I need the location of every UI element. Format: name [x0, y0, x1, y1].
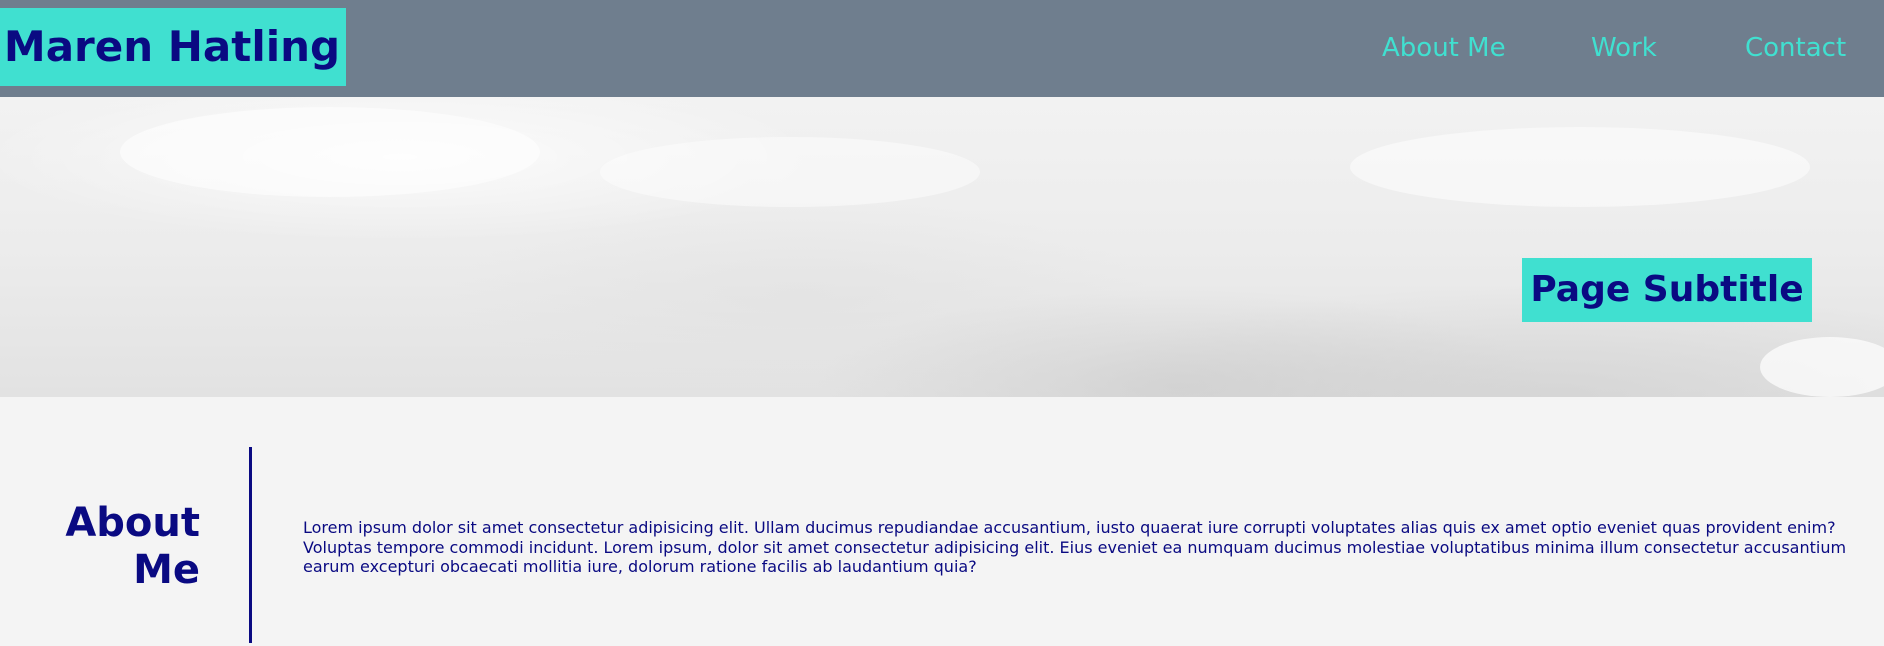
site-logo[interactable]: Maren Hatling: [0, 8, 346, 86]
hero-cloud: [1350, 127, 1810, 207]
about-heading: About Me: [65, 500, 200, 593]
nav-link-work[interactable]: Work: [1591, 0, 1657, 97]
about-body-text: Lorem ipsum dolor sit amet consectetur a…: [303, 518, 1847, 576]
nav-link-contact[interactable]: Contact: [1745, 0, 1846, 97]
page-subtitle: Page Subtitle: [1522, 258, 1812, 322]
hero-cloud: [1760, 337, 1884, 397]
nav-link-about-me[interactable]: About Me: [1382, 0, 1506, 97]
hero-cloud: [120, 107, 540, 197]
hero-banner: [0, 97, 1884, 397]
section-divider: [249, 447, 252, 643]
hero-cloud: [600, 137, 980, 207]
site-header: Maren Hatling About Me Work Contact: [0, 0, 1884, 97]
